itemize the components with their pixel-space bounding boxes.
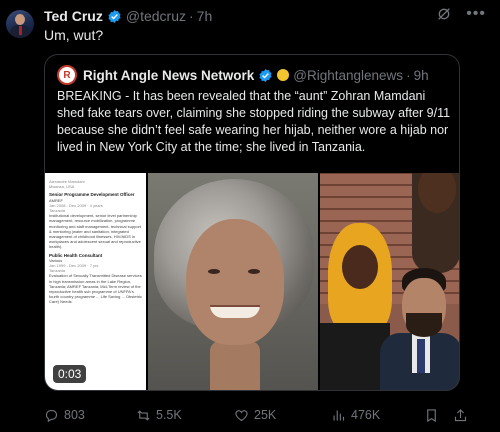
photo-tie [416, 339, 425, 373]
doc-paragraph: Institutional development, senior level … [49, 213, 141, 250]
photo-eye [207, 269, 220, 274]
photo-smile [209, 305, 260, 318]
quote-author-name[interactable]: Right Angle News Network [83, 68, 254, 83]
media-photo-group[interactable] [319, 173, 459, 390]
separator-dot: · [188, 8, 194, 24]
avatar-head [15, 14, 25, 25]
verified-icon [259, 68, 272, 82]
affiliation-badge-icon [277, 69, 290, 81]
tweet-header: Ted Cruz @tedcruz · 7h [44, 6, 212, 26]
media-document-screenshot[interactable]: Alexandre Mamdani Mwanza, USA Senior Pro… [45, 173, 146, 390]
avatar-tie [19, 26, 22, 35]
quote-avatar[interactable]: R [57, 65, 77, 85]
video-duration: 0:03 [53, 365, 87, 383]
reply-icon [45, 409, 58, 422]
grok-icon[interactable] [436, 6, 452, 22]
views-button[interactable]: 476K [331, 408, 380, 423]
retweet-icon [137, 409, 150, 421]
separator-dot: · [406, 67, 411, 83]
bookmark-icon[interactable] [424, 408, 439, 423]
like-button[interactable]: 25K [234, 408, 276, 423]
verified-icon [108, 9, 121, 23]
like-count: 25K [254, 408, 277, 422]
tweet-secondary-actions [424, 408, 468, 423]
share-icon[interactable] [453, 408, 468, 423]
photo-eye [247, 269, 260, 274]
tweet-top-actions: ••• [436, 6, 486, 22]
photo-neck [209, 341, 260, 390]
author-handle[interactable]: @tedcruz [126, 8, 186, 24]
quote-header: R Right Angle News Network @Rightanglene… [57, 65, 429, 85]
author-name[interactable]: Ted Cruz [44, 8, 103, 24]
quote-time[interactable]: 9h [414, 68, 429, 83]
photo-woman-face [341, 245, 378, 289]
avatar[interactable] [6, 10, 34, 38]
document-text: Alexandre Mamdani Mwanza, USA Senior Pro… [49, 179, 143, 305]
photo-face [185, 219, 284, 345]
media-photo-woman[interactable] [147, 173, 318, 390]
retweet-button[interactable]: 5.5K [136, 408, 182, 423]
doc-line: Mwanza, USA [49, 184, 75, 190]
tweet-actions: 803 5.5K 25K 476K [44, 406, 484, 424]
quote-author-handle[interactable]: @Rightanglenews [293, 68, 403, 83]
views-icon [333, 410, 345, 420]
more-icon[interactable]: ••• [466, 6, 486, 22]
tweet-text: Um, wut? [44, 27, 104, 43]
reply-button[interactable]: 803 [44, 408, 85, 423]
tweet[interactable]: Ted Cruz @tedcruz · 7h ••• Um, wut? R Ri… [0, 0, 500, 432]
retweet-count: 5.5K [156, 408, 182, 422]
quote-media[interactable]: Alexandre Mamdani Mwanza, USA Senior Pro… [45, 173, 459, 390]
photo-beard [405, 313, 442, 337]
quote-text: BREAKING - It has been revealed that the… [57, 89, 451, 154]
like-icon [235, 409, 248, 421]
quoted-tweet[interactable]: R Right Angle News Network @Rightanglene… [44, 54, 460, 391]
doc-heading: Senior Programme Development Officer [49, 192, 135, 198]
doc-paragraph: Evaluation of Sexually Transmitted Disea… [49, 273, 142, 305]
reply-count: 803 [64, 408, 85, 422]
tweet-time[interactable]: 7h [197, 8, 213, 24]
view-count: 476K [351, 408, 381, 422]
